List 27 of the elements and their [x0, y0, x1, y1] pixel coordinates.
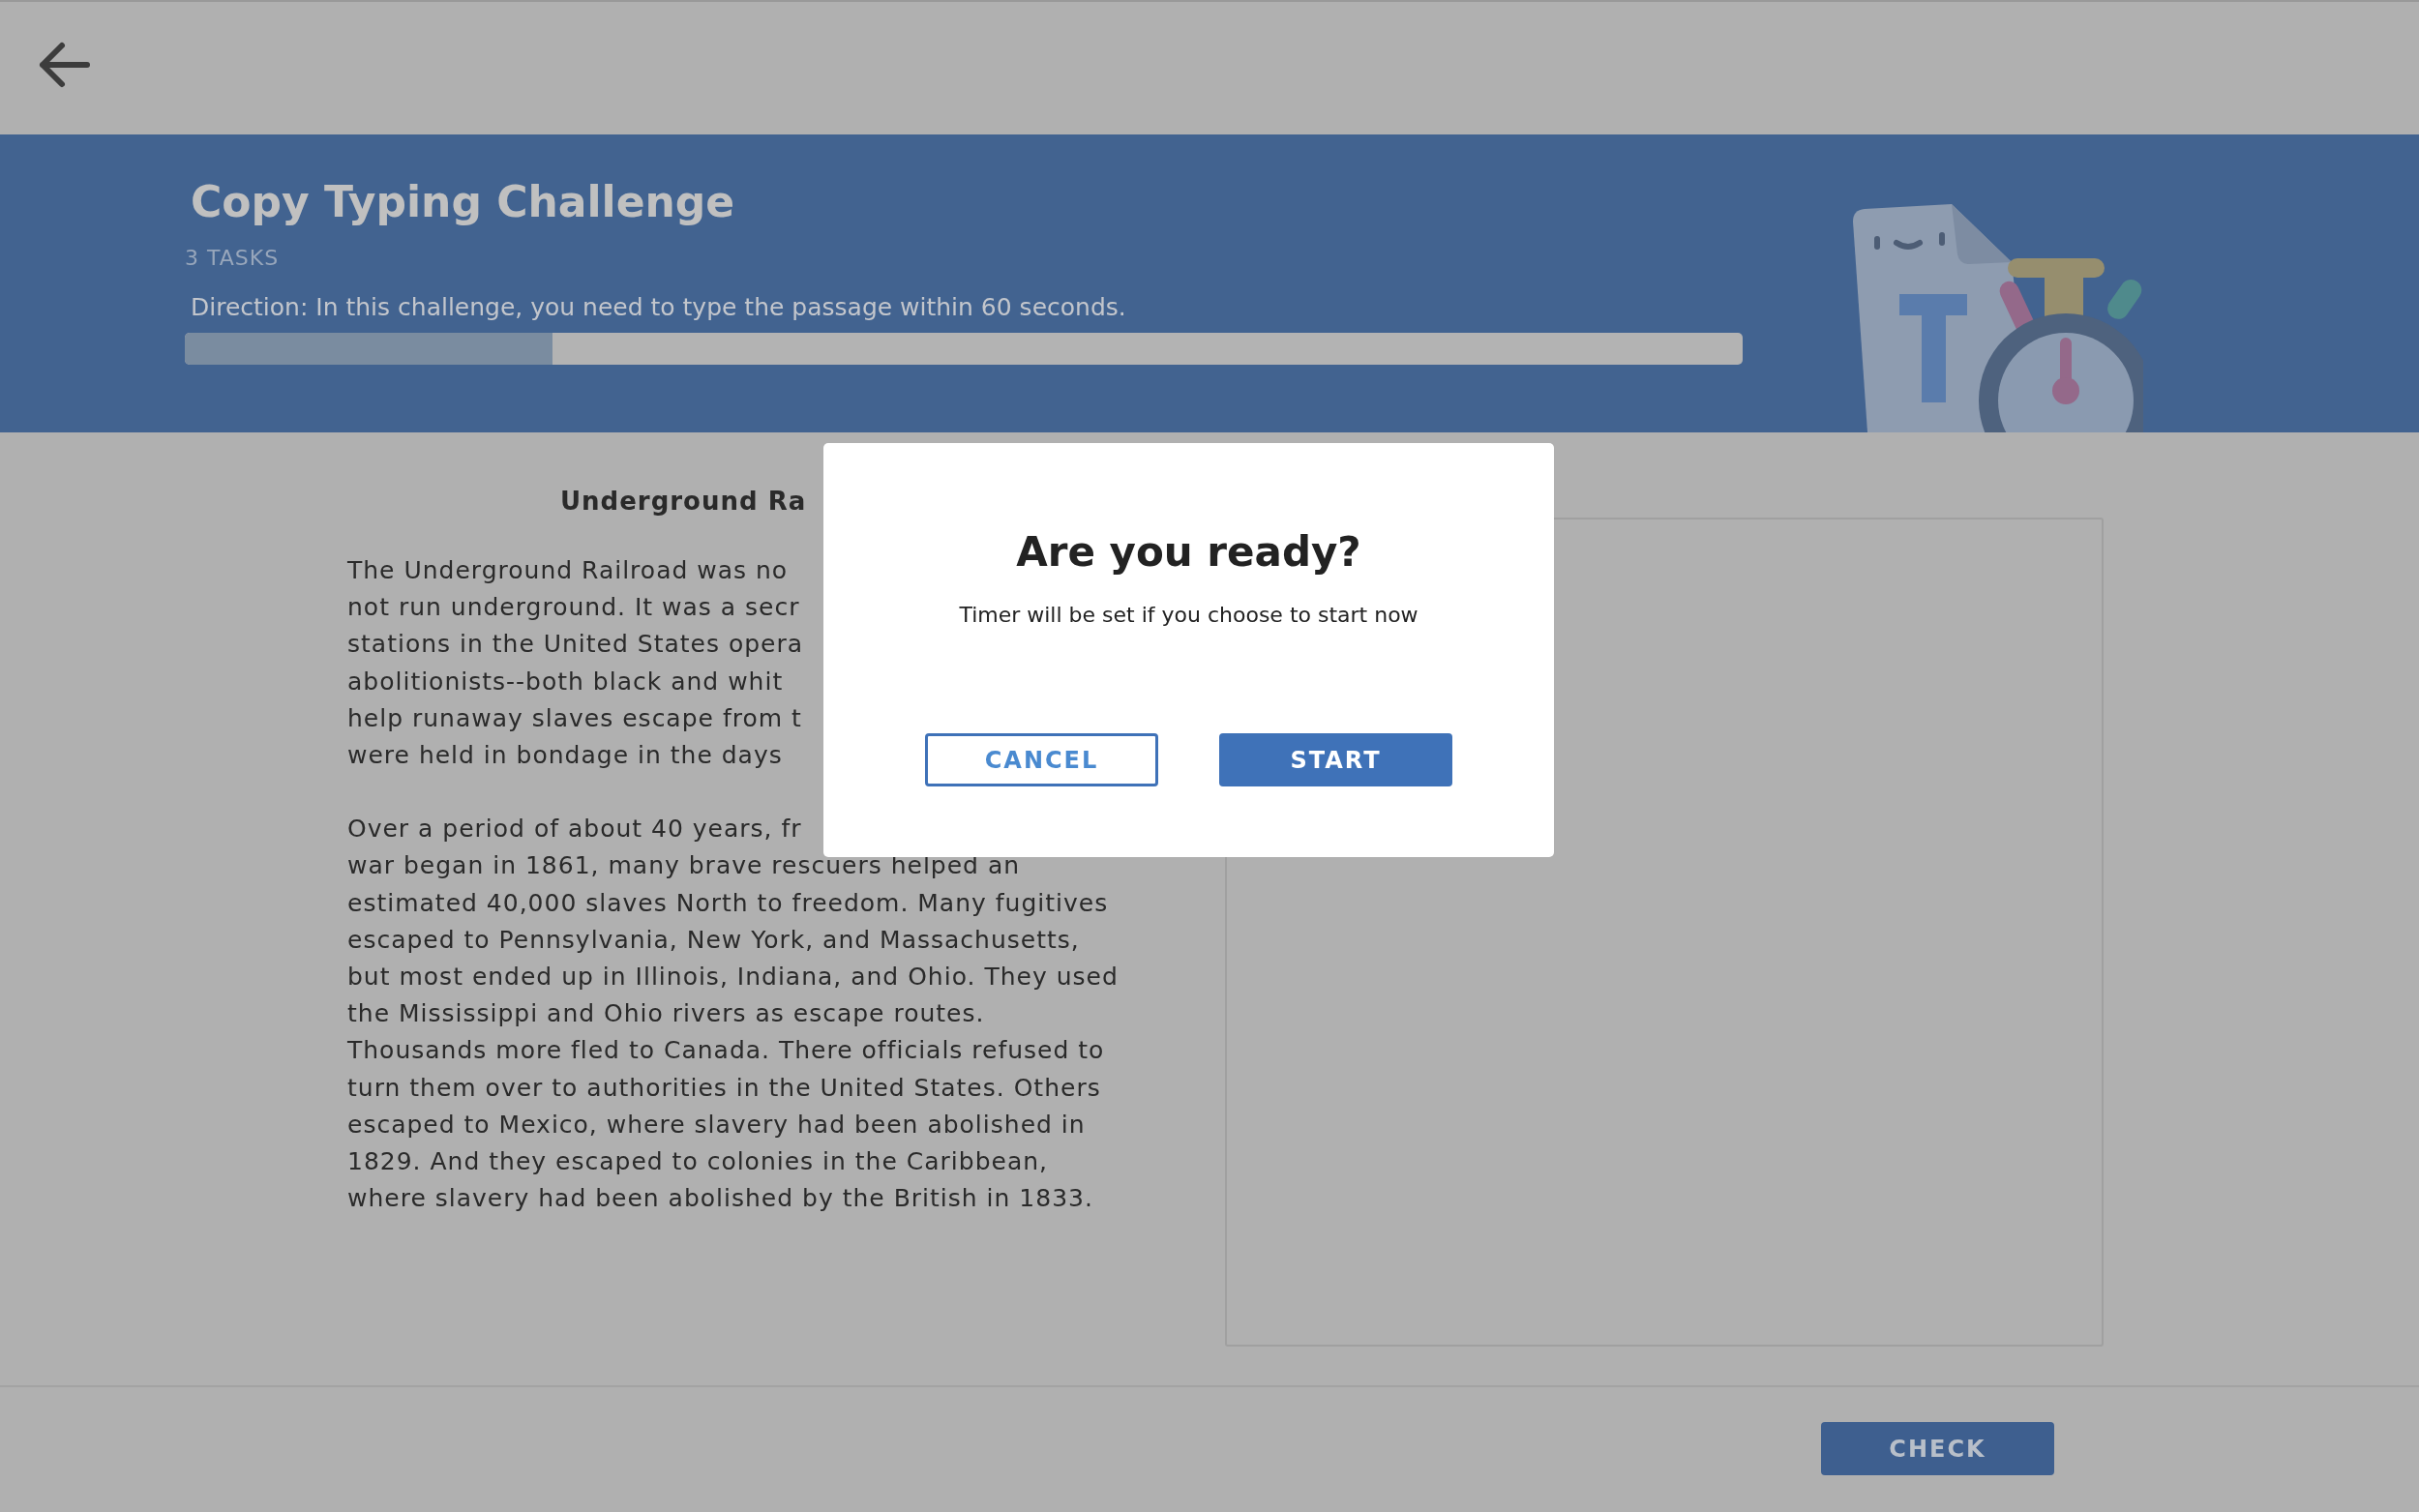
task-count: 3 TASKS	[185, 246, 281, 270]
passage-line: Over a period of about 40 years, fr	[347, 814, 802, 845]
passage-line: the Mississippi and Ohio rivers as escape routes.	[347, 998, 985, 1030]
passage-line: war began in 1861, many brave rescuers helped an	[347, 850, 1021, 882]
direction-text: Direction: In this challenge, you need to type the passage within 60 seconds.	[191, 293, 1127, 321]
passage-line: 1829. And they escaped to colonies in the Caribbean,	[347, 1146, 1048, 1178]
back-arrow-icon[interactable]	[37, 41, 91, 89]
dialog-message: Timer will be set if you choose to start now	[959, 603, 1419, 627]
passage-line: not run underground. It was a secr	[347, 592, 800, 624]
passage-line: but most ended up in Illinois, Indiana, and Ohio. They used	[347, 962, 1119, 993]
passage-line: escaped to Pennsylvania, New York, and Massachusetts,	[347, 924, 1080, 956]
passage-line: were held in bondage in the days	[347, 740, 783, 771]
passage-line: stations in the United States opera	[347, 629, 804, 661]
cancel-button[interactable]: CANCEL	[925, 733, 1158, 786]
passage-line: Thousands more fled to Canada. There officials refused to	[347, 1035, 1105, 1067]
challenge-title: Copy Typing Challenge	[191, 177, 736, 226]
check-button[interactable]: CHECK	[1821, 1422, 2054, 1475]
start-button[interactable]: START	[1219, 733, 1452, 786]
passage-line: The Underground Railroad was no	[347, 555, 789, 586]
passage-line: where slavery had been abolished by the British in 1833.	[347, 1183, 1093, 1215]
passage-line: estimated 40,000 slaves North to freedom. Many fugitives	[347, 887, 1109, 919]
passage-title: Underground Ra	[560, 487, 807, 516]
passage-line: escaped to Mexico, where slavery had been abolished in	[347, 1109, 1086, 1141]
dialog-title: Are you ready?	[1016, 528, 1361, 576]
passage-line: turn them over to authorities in the United States. Others	[347, 1072, 1101, 1104]
passage-line: help runaway slaves escape from t	[347, 702, 802, 734]
passage-line: abolitionists--both black and whit	[347, 666, 784, 697]
